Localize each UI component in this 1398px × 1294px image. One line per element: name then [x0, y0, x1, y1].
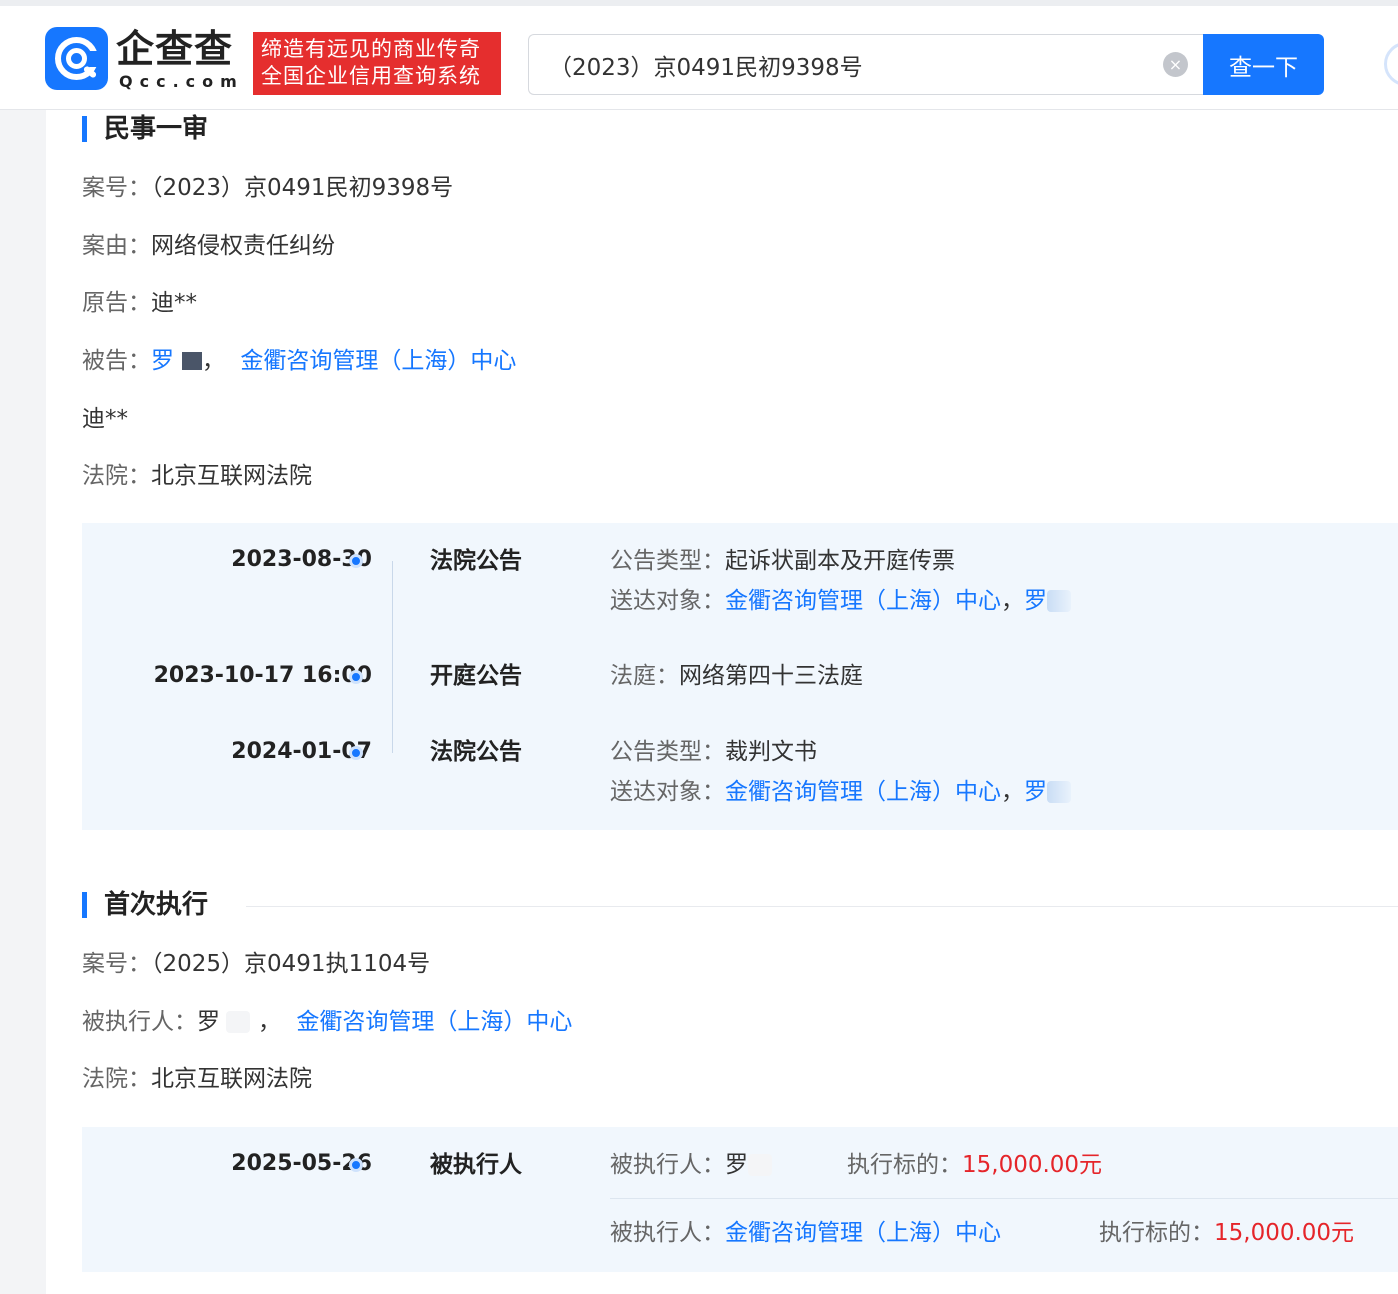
timeline-date: 2025-05-26: [231, 1151, 372, 1176]
plaintiff-label: 原告：: [82, 290, 151, 316]
recipient-separator: ，: [1001, 779, 1024, 805]
section-divider: [246, 906, 1398, 907]
timeline-notice-type: 公告类型：起诉状副本及开庭传票: [610, 545, 955, 577]
recipient-company-link[interactable]: 金衢咨询管理（上海）中心: [725, 588, 1001, 614]
search-button[interactable]: 查一下: [1203, 34, 1324, 95]
recipients-label: 送达对象：: [610, 779, 725, 805]
case-number-value: （2023）京0491民初9398号: [151, 175, 454, 201]
courtroom-value: 网络第四十三法庭: [679, 663, 863, 689]
slogan-line-2: 全国企业信用查询系统: [261, 64, 481, 88]
amount-label: 执行标的：: [847, 1152, 962, 1178]
defendant-separator: ，: [202, 348, 225, 374]
execution-amount-entry: 执行标的：15,000.00元: [847, 1149, 1102, 1181]
recipient-person-link[interactable]: 罗: [1024, 588, 1047, 614]
timeline-date: 2024-01-07: [231, 739, 372, 764]
defendant-row: 被告：罗 ， 金衢咨询管理（上海）中心: [82, 345, 516, 377]
defendant-label: 被告：: [82, 348, 151, 374]
top-header: 企查查 Qcc.com 缔造有远见的商业传奇 全国企业信用查询系统 × 查一下: [0, 0, 1398, 110]
cause-label: 案由：: [82, 233, 151, 259]
extra-party-row: 迪**: [82, 406, 128, 432]
court-label: 法院：: [82, 1066, 151, 1092]
executed-person: 罗: [197, 1009, 220, 1035]
cause-row: 案由：网络侵权责任纠纷: [82, 230, 335, 262]
timeline-notice-type: 公告类型：裁判文书: [610, 736, 817, 768]
executed-party-row: 被执行人：罗 ， 金衢咨询管理（上海）中心: [82, 1006, 572, 1038]
section-title-first-instance: 民事一审: [82, 113, 208, 145]
plaintiff-value: 迪**: [151, 290, 197, 316]
logo-domain: Qcc.com: [119, 72, 244, 91]
redacted-mask: [1047, 781, 1071, 803]
recipients-label: 送达对象：: [610, 588, 725, 614]
notice-type-value: 起诉状副本及开庭传票: [725, 548, 955, 574]
recipient-person-link[interactable]: 罗: [1024, 779, 1047, 805]
timeline-recipients: 送达对象：金衢咨询管理（上海）中心，罗: [610, 585, 1071, 617]
avatar[interactable]: [1384, 42, 1398, 86]
recipient-company-link[interactable]: 金衢咨询管理（上海）中心: [725, 779, 1001, 805]
timeline-event-type: 法院公告: [430, 739, 522, 765]
executed-person-value: 罗: [725, 1152, 748, 1178]
case-number-value: （2025）京0491执1104号: [151, 951, 431, 977]
redacted-mask: [1047, 590, 1071, 612]
entry-divider: [610, 1198, 1398, 1199]
search-input[interactable]: [549, 35, 1149, 94]
first-instance-timeline: 2023-08-30 法院公告 公告类型：起诉状副本及开庭传票 送达对象：金衢咨…: [82, 523, 1398, 830]
court-row: 法院：北京互联网法院: [82, 460, 312, 492]
timeline-event-type: 被执行人: [430, 1152, 522, 1178]
clear-icon[interactable]: ×: [1163, 52, 1188, 77]
timeline-event-type: 开庭公告: [430, 663, 522, 689]
amount-label: 执行标的：: [1099, 1220, 1214, 1246]
notice-type-label: 公告类型：: [610, 548, 725, 574]
slogan-banner: 缔造有远见的商业传奇 全国企业信用查询系统: [253, 32, 501, 95]
court-label: 法院：: [82, 463, 151, 489]
search-box: ×: [528, 34, 1204, 95]
logo-text[interactable]: 企查查: [116, 28, 246, 70]
timeline-event-type: 法院公告: [430, 548, 522, 574]
case-number-label: 案号：: [82, 951, 151, 977]
executed-label: 被执行人：: [610, 1220, 725, 1246]
defendant-person-link[interactable]: 罗: [151, 348, 174, 374]
executed-separator: ，: [258, 1009, 281, 1035]
courtroom-label: 法庭：: [610, 663, 679, 689]
timeline-date: 2023-10-17 16:00: [153, 663, 372, 688]
timeline-dot: [349, 554, 363, 568]
qcc-logo-icon[interactable]: [45, 27, 108, 90]
execution-timeline: 2025-05-26 被执行人 被执行人：罗 执行标的：15,000.00元 被…: [82, 1127, 1398, 1272]
timeline-connector: [392, 561, 393, 753]
case-number-row: 案号：（2023）京0491民初9398号: [82, 172, 453, 204]
timeline-dot: [349, 746, 363, 760]
defendant-company-link[interactable]: 金衢咨询管理（上海）中心: [240, 348, 516, 374]
recipient-separator: ，: [1001, 588, 1024, 614]
plaintiff-row: 原告：迪**: [82, 287, 197, 319]
slogan-line-1: 缔造有远见的商业传奇: [261, 37, 481, 61]
timeline-dot: [349, 1158, 363, 1172]
executed-company-entry: 被执行人：金衢咨询管理（上海）中心: [610, 1217, 1001, 1249]
executed-label: 被执行人：: [610, 1152, 725, 1178]
timeline-dot: [349, 670, 363, 684]
timeline-date: 2023-08-30: [231, 547, 372, 572]
redacted-mask: [182, 352, 202, 370]
timeline-recipients: 送达对象：金衢咨询管理（上海）中心，罗: [610, 776, 1071, 808]
case-number-row: 案号：（2025）京0491执1104号: [82, 948, 430, 980]
section-title-execution: 首次执行: [82, 889, 208, 921]
notice-type-label: 公告类型：: [610, 739, 725, 765]
timeline-courtroom: 法庭：网络第四十三法庭: [610, 660, 863, 692]
executed-party-label: 被执行人：: [82, 1009, 197, 1035]
executed-company-link[interactable]: 金衢咨询管理（上海）中心: [725, 1220, 1001, 1246]
execution-amount-entry: 执行标的：15,000.00元: [1099, 1217, 1354, 1249]
executed-company-link[interactable]: 金衢咨询管理（上海）中心: [296, 1009, 572, 1035]
executed-person-entry: 被执行人：罗: [610, 1149, 772, 1181]
court-value: 北京互联网法院: [151, 1066, 312, 1092]
notice-type-value: 裁判文书: [725, 739, 817, 765]
amount-value: 15,000.00元: [962, 1152, 1103, 1178]
court-value: 北京互联网法院: [151, 463, 312, 489]
court-row: 法院：北京互联网法院: [82, 1063, 312, 1095]
redacted-mask: [226, 1011, 250, 1033]
amount-value: 15,000.00元: [1214, 1220, 1355, 1246]
cause-value: 网络侵权责任纠纷: [151, 233, 335, 259]
case-number-label: 案号：: [82, 175, 151, 201]
redacted-mask: [748, 1154, 772, 1176]
case-detail-card: 民事一审 案号：（2023）京0491民初9398号 案由：网络侵权责任纠纷 原…: [46, 110, 1398, 1294]
